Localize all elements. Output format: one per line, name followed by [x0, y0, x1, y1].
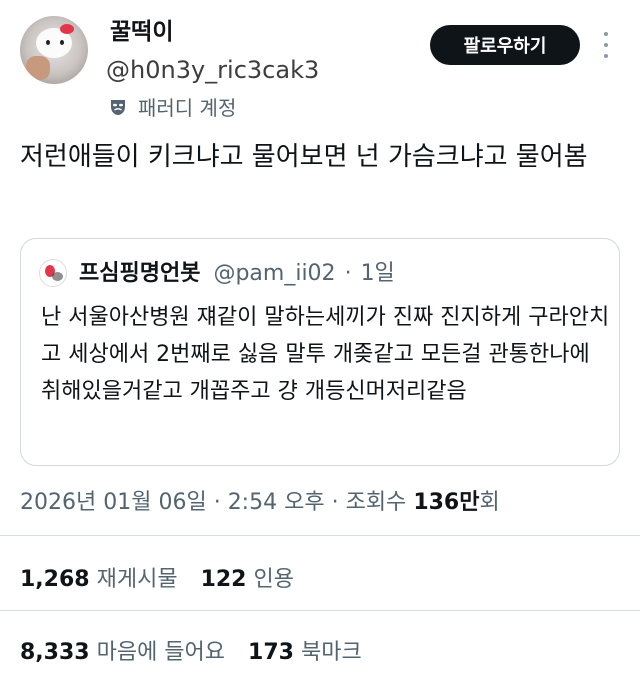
author-display-name[interactable]: 꿀떡이	[110, 12, 173, 46]
timestamp-separator: ·	[331, 490, 339, 515]
reposts-stat[interactable]: 1,268 재게시물	[20, 567, 178, 592]
more-dot	[604, 42, 608, 47]
quoted-author-name[interactable]: 프심핑명언봇	[79, 261, 200, 286]
avatar-eye-right	[60, 40, 64, 45]
bookmarks-stat[interactable]: 173 북마크	[248, 640, 362, 665]
reposts-label: 재게시물	[96, 567, 178, 592]
bookmarks-count: 173	[248, 640, 294, 665]
parody-account-label: 패러디 계정	[108, 92, 236, 121]
quoted-author-avatar[interactable]	[39, 259, 67, 287]
quoted-avatar-mark	[52, 272, 63, 281]
quoted-meta-separator: ·	[344, 261, 352, 286]
quotes-count: 122	[200, 567, 247, 592]
divider	[0, 610, 640, 611]
likes-label: 마음에 들어요	[96, 640, 226, 665]
theater-mask-icon	[111, 99, 125, 115]
quoted-tweet-header: 프심핑명언봇 @pam_ii02 · 1일	[79, 255, 395, 287]
divider	[0, 535, 640, 536]
avatar-bow	[60, 24, 74, 34]
likes-stat[interactable]: 8,333 마음에 들어요	[20, 640, 225, 665]
more-options-icon[interactable]	[596, 28, 616, 62]
more-dot	[604, 31, 608, 36]
follow-button[interactable]: 팔로우하기	[430, 25, 580, 65]
tweet-time[interactable]: 2:54 오후	[228, 490, 325, 515]
avatar-hand	[26, 56, 50, 80]
quoted-tweet-text: 난 서울아산병원 쟤같이 말하는세끼가 진짜 진지하게 구라안치고 세상에서 2…	[41, 305, 610, 404]
reposts-count: 1,268	[20, 567, 90, 592]
quotes-stat[interactable]: 122 인용	[201, 567, 294, 592]
repost-stats-row: 1,268 재게시물 122 인용	[20, 561, 294, 593]
quoted-tweet-time[interactable]: 1일	[361, 261, 395, 286]
tweet-date[interactable]: 2026년 01월 06일	[20, 490, 207, 515]
author-handle[interactable]: @h0n3y_ric3cak3	[106, 56, 319, 84]
views-label: 조회수	[345, 490, 407, 515]
timestamp-separator: ·	[213, 490, 221, 515]
tweet-timestamp: 2026년 01월 06일 · 2:54 오후 · 조회수 136만회	[20, 484, 500, 516]
bookmarks-label: 북마크	[300, 640, 362, 665]
views-suffix: 회	[479, 490, 500, 515]
likes-count: 8,333	[20, 640, 90, 665]
like-stats-row: 8,333 마음에 들어요 173 북마크	[20, 634, 362, 666]
quotes-label: 인용	[253, 567, 294, 592]
quoted-tweet-card[interactable]: 프심핑명언봇 @pam_ii02 · 1일 난 서울아산병원 쟤같이 말하는세끼…	[20, 238, 620, 466]
tweet-text: 저런애들이 키크냐고 물어보면 넌 가슴크냐고 물어봄	[20, 142, 588, 172]
more-dot	[604, 54, 608, 59]
avatar-eye-left	[46, 40, 50, 45]
views-count: 136만	[413, 490, 480, 515]
quoted-author-handle[interactable]: @pam_ii02	[213, 261, 335, 286]
author-avatar[interactable]	[20, 16, 88, 84]
parody-label-text: 패러디 계정	[138, 96, 237, 120]
tweet-header: 꿀떡이 @h0n3y_ric3cak3 패러디 계정 팔로우하기	[0, 0, 640, 130]
